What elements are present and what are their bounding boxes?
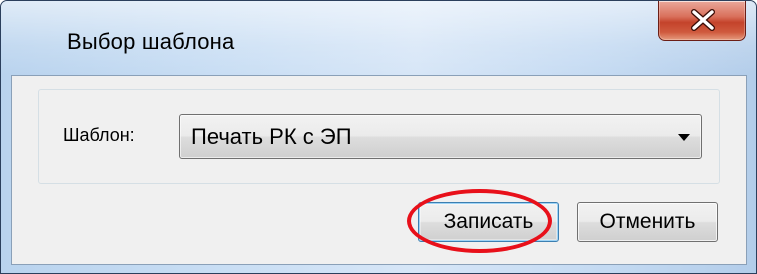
- template-group-panel: Шаблон: Печать РК с ЭП: [38, 89, 720, 184]
- title-bar[interactable]: Выбор шаблона: [1, 1, 756, 75]
- dialog-window: Выбор шаблона Шаблон: Печать РК с ЭП Зап…: [0, 0, 757, 274]
- window-title: Выбор шаблона: [67, 29, 235, 54]
- close-button[interactable]: [658, 1, 746, 41]
- template-select[interactable]: Печать РК с ЭП: [179, 114, 702, 159]
- template-label: Шаблон:: [63, 125, 135, 145]
- dialog-body: Шаблон: Печать РК с ЭП Записать Отменить: [11, 75, 747, 265]
- chevron-down-icon: [678, 134, 690, 141]
- close-x-icon: [691, 9, 715, 31]
- save-button[interactable]: Записать: [418, 202, 559, 242]
- cancel-button[interactable]: Отменить: [577, 202, 718, 242]
- template-select-value: Печать РК с ЭП: [191, 124, 352, 149]
